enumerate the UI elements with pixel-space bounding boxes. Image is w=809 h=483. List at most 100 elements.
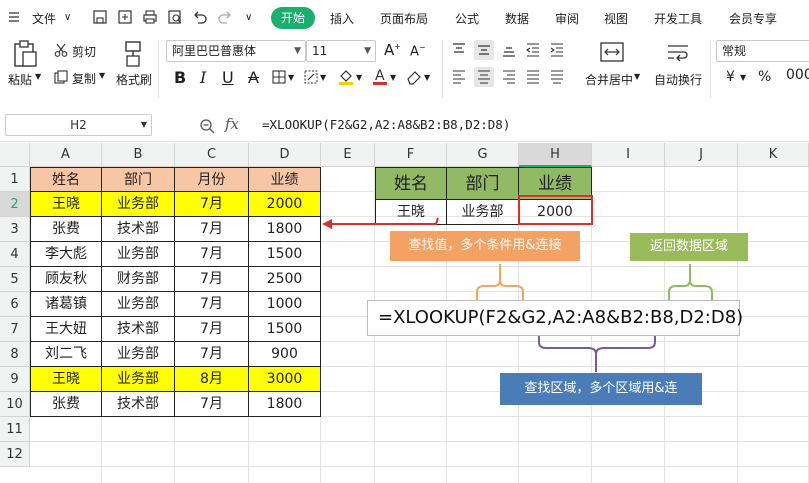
chevron-down-icon[interactable]: ▼ (320, 73, 326, 82)
table-cell[interactable]: 王大妞 (30, 317, 102, 342)
cell-style-icon[interactable] (304, 70, 318, 84)
tab-developer[interactable]: 开发工具 (654, 10, 702, 27)
row-header-6[interactable]: 6 (0, 292, 30, 317)
align-middle-icon[interactable] (474, 40, 494, 60)
decrease-font-icon[interactable]: A− (410, 43, 426, 59)
table-cell[interactable]: 7月 (175, 342, 249, 367)
table-cell[interactable]: 1500 (249, 242, 321, 267)
chevron-down-icon[interactable]: ▼ (99, 71, 105, 80)
table-cell[interactable]: 刘二飞 (30, 342, 102, 367)
tab-review[interactable]: 审阅 (555, 10, 579, 27)
tab-member[interactable]: 会员专享 (729, 10, 777, 27)
tab-formulas[interactable]: 公式 (455, 10, 479, 27)
file-menu[interactable]: 文件 (32, 10, 56, 27)
table-cell[interactable]: 7月 (175, 192, 249, 217)
table-cell[interactable]: 7月 (175, 267, 249, 292)
fill-color-icon[interactable] (338, 68, 354, 86)
increase-font-icon[interactable]: A+ (384, 41, 401, 59)
row-header-12[interactable]: 12 (0, 442, 30, 467)
table-cell[interactable]: 技术部 (102, 217, 175, 242)
chevron-down-icon[interactable]: ▼ (424, 73, 430, 82)
merge-center-icon[interactable] (600, 42, 624, 62)
table-cell[interactable]: 2500 (249, 267, 321, 292)
column-header-i[interactable]: I (592, 143, 665, 167)
table-cell[interactable]: 顾友秋 (30, 267, 102, 292)
align-center-icon[interactable] (474, 67, 494, 87)
thousands-separator-icon[interactable]: 000 (786, 67, 809, 83)
justify-icon[interactable] (526, 70, 540, 84)
table-cell[interactable]: 7月 (175, 392, 249, 417)
table-cell[interactable]: 8月 (175, 367, 249, 392)
row-header-2[interactable]: 2 (0, 192, 30, 217)
column-header-e[interactable]: E (321, 143, 375, 167)
selected-cell-h2[interactable] (518, 195, 593, 225)
wrap-text-icon[interactable] (666, 42, 690, 62)
table-cell[interactable]: 业务部 (102, 292, 175, 317)
print-preview-icon[interactable] (167, 9, 183, 25)
table-cell[interactable]: 张费 (30, 392, 102, 417)
paste-button[interactable]: 粘贴 (8, 71, 32, 88)
column-header-k[interactable]: K (738, 143, 809, 167)
bold-icon[interactable]: B (174, 68, 186, 87)
table-cell[interactable]: 业务部 (102, 242, 175, 267)
scissors-icon[interactable] (54, 43, 68, 57)
align-right-icon[interactable] (502, 70, 516, 84)
table-cell[interactable]: 3000 (249, 367, 321, 392)
eraser-icon[interactable] (406, 69, 422, 85)
hamburger-icon[interactable] (8, 11, 20, 23)
print-icon[interactable] (142, 9, 158, 25)
lookup-header-cell[interactable]: 姓名 (375, 167, 447, 200)
row-header-9[interactable]: 9 (0, 367, 30, 392)
more-icon[interactable]: ∨ (245, 12, 252, 23)
chevron-down-icon[interactable]: ▼ (740, 73, 746, 82)
column-header-d[interactable]: D (249, 143, 321, 167)
strikethrough-icon[interactable]: A (248, 68, 259, 87)
formula-input[interactable]: =XLOOKUP(F2&G2,A2:A8&B2:B8,D2:D8) (262, 117, 510, 132)
table-cell[interactable]: 7月 (175, 292, 249, 317)
column-header-a[interactable]: A (30, 143, 102, 167)
table-cell[interactable]: 王晓 (30, 367, 102, 392)
number-format-select[interactable]: 常规 (716, 40, 809, 62)
align-left-icon[interactable] (452, 70, 466, 84)
function-icon[interactable]: fx (225, 115, 239, 133)
percent-icon[interactable]: % (758, 69, 771, 85)
table-cell[interactable]: 诸葛镇 (30, 292, 102, 317)
chevron-down-icon[interactable]: ▼ (634, 72, 640, 81)
table-cell[interactable]: 王晓 (30, 192, 102, 217)
table-cell[interactable]: 业务部 (102, 192, 175, 217)
cut-button[interactable]: 剪切 (72, 43, 96, 60)
underline-icon[interactable]: U (222, 68, 234, 87)
lookup-header-cell[interactable]: 部门 (447, 167, 519, 200)
table-cell[interactable]: 2000 (249, 192, 321, 217)
undo-icon[interactable] (192, 9, 208, 25)
align-bottom-icon[interactable] (502, 43, 516, 57)
lookup-value-cell[interactable]: 业务部 (447, 200, 519, 225)
table-cell[interactable]: 1800 (249, 392, 321, 417)
column-header-c[interactable]: C (175, 143, 249, 167)
row-header-1[interactable]: 1 (0, 167, 30, 192)
chevron-down-icon[interactable]: ▼ (356, 73, 362, 82)
copy-icon[interactable] (54, 70, 68, 84)
format-painter-button[interactable]: 格式刷 (116, 71, 152, 88)
row-header-4[interactable]: 4 (0, 242, 30, 267)
column-header-h[interactable]: H (519, 143, 592, 167)
row-header-11[interactable]: 11 (0, 417, 30, 442)
borders-icon[interactable] (272, 70, 286, 84)
name-box[interactable]: H2 ▼ (5, 114, 152, 136)
table-cell[interactable]: 李大彪 (30, 242, 102, 267)
table-cell[interactable]: 财务部 (102, 267, 175, 292)
row-header-5[interactable]: 5 (0, 267, 30, 292)
table-cell[interactable]: 业务部 (102, 342, 175, 367)
italic-icon[interactable]: I (200, 68, 206, 87)
align-top-icon[interactable] (452, 43, 466, 57)
currency-icon[interactable]: ¥ (726, 69, 735, 85)
table-cell[interactable]: 7月 (175, 317, 249, 342)
tab-home[interactable]: 开始 (271, 7, 315, 29)
table-header-cell[interactable]: 姓名 (30, 167, 102, 192)
table-cell[interactable]: 1000 (249, 292, 321, 317)
font-size-select[interactable]: 11 ▼ (306, 40, 376, 62)
chevron-down-icon[interactable]: ▼ (390, 73, 396, 82)
copy-button[interactable]: 复制 (72, 70, 96, 87)
table-cell[interactable]: 1800 (249, 217, 321, 242)
row-header-3[interactable]: 3 (0, 217, 30, 242)
